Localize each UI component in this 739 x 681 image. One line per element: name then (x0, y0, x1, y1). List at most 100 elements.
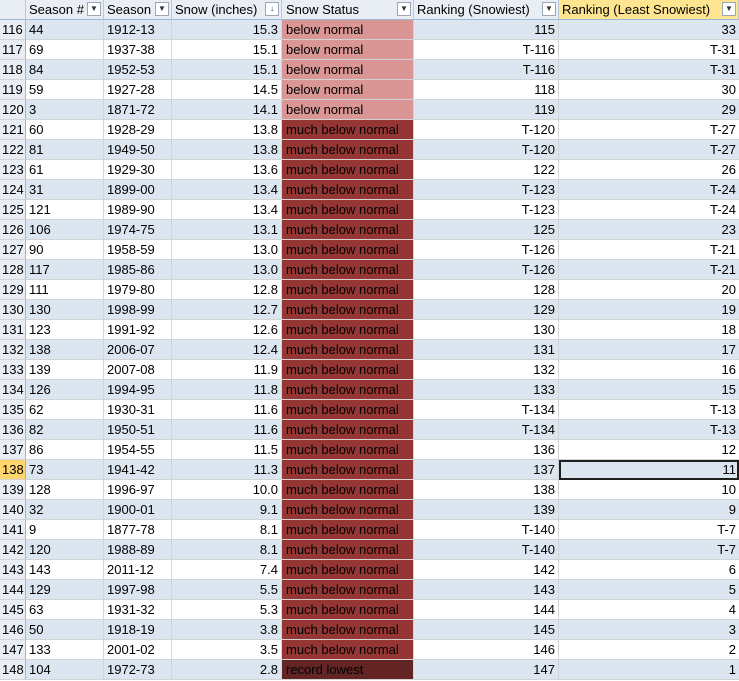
cell-rank-snowiest[interactable]: T-116 (414, 60, 559, 80)
cell-snow[interactable]: 11.9 (172, 360, 282, 380)
table-row[interactable]: 143 143 2011-12 7.4 much below normal 142 6 (0, 560, 739, 580)
cell-season-num[interactable]: 104 (26, 660, 104, 680)
cell-status[interactable]: record lowest (282, 660, 414, 680)
cell-snow[interactable]: 12.8 (172, 280, 282, 300)
cell-rank-least[interactable]: T-27 (559, 120, 739, 140)
cell-rank-least[interactable]: 15 (559, 380, 739, 400)
cell-status[interactable]: much below normal (282, 480, 414, 500)
cell-rank-least[interactable]: 1 (559, 660, 739, 680)
cell-snow[interactable]: 13.0 (172, 260, 282, 280)
table-row[interactable]: 141 9 1877-78 8.1 much below normal T-140 T-7 (0, 520, 739, 540)
cell-snow[interactable]: 15.1 (172, 60, 282, 80)
cell-rank-least[interactable]: 33 (559, 20, 739, 40)
row-number[interactable]: 127 (0, 240, 26, 260)
cell-status[interactable]: much below normal (282, 400, 414, 420)
cell-season[interactable]: 1871-72 (104, 100, 172, 120)
cell-season[interactable]: 1996-97 (104, 480, 172, 500)
cell-rank-least[interactable]: T-31 (559, 40, 739, 60)
cell-rank-snowiest[interactable]: 131 (414, 340, 559, 360)
cell-status[interactable]: much below normal (282, 140, 414, 160)
cell-rank-least[interactable]: 11 (559, 460, 739, 480)
cell-rank-snowiest[interactable]: 139 (414, 500, 559, 520)
cell-season[interactable]: 1927-28 (104, 80, 172, 100)
cell-season-num[interactable]: 138 (26, 340, 104, 360)
cell-season-num[interactable]: 90 (26, 240, 104, 260)
row-number[interactable]: 148 (0, 660, 26, 680)
cell-season-num[interactable]: 3 (26, 100, 104, 120)
table-row[interactable]: 120 3 1871-72 14.1 below normal 119 29 (0, 100, 739, 120)
cell-snow[interactable]: 15.3 (172, 20, 282, 40)
table-row[interactable]: 142 120 1988-89 8.1 much below normal T-140 T-… (0, 540, 739, 560)
cell-snow[interactable]: 11.6 (172, 420, 282, 440)
cell-season-num[interactable]: 133 (26, 640, 104, 660)
cell-rank-least[interactable]: T-27 (559, 140, 739, 160)
cell-season[interactable]: 1941-42 (104, 460, 172, 480)
cell-season[interactable]: 1979-80 (104, 280, 172, 300)
row-number[interactable]: 117 (0, 40, 26, 60)
cell-snow[interactable]: 13.8 (172, 140, 282, 160)
cell-season-num[interactable]: 117 (26, 260, 104, 280)
column-header-rank-snowiest[interactable]: Ranking (Snowiest) ▼ (414, 0, 559, 20)
cell-status[interactable]: much below normal (282, 620, 414, 640)
table-row[interactable]: 146 50 1918-19 3.8 much below normal 145 3 (0, 620, 739, 640)
table-row[interactable]: 127 90 1958-59 13.0 much below normal T-126 T-… (0, 240, 739, 260)
cell-rank-least[interactable]: 19 (559, 300, 739, 320)
cell-season-num[interactable]: 44 (26, 20, 104, 40)
cell-rank-least[interactable]: 30 (559, 80, 739, 100)
row-number[interactable]: 123 (0, 160, 26, 180)
cell-season-num[interactable]: 84 (26, 60, 104, 80)
cell-snow[interactable]: 14.1 (172, 100, 282, 120)
column-header-rank-least[interactable]: Ranking (Least Snowiest) ▼ (559, 0, 739, 20)
cell-status[interactable]: below normal (282, 100, 414, 120)
cell-season-num[interactable]: 111 (26, 280, 104, 300)
cell-rank-least[interactable]: 10 (559, 480, 739, 500)
cell-season-num[interactable]: 9 (26, 520, 104, 540)
cell-status[interactable]: much below normal (282, 320, 414, 340)
table-row[interactable]: 131 123 1991-92 12.6 much below normal 130 18 (0, 320, 739, 340)
cell-snow[interactable]: 12.6 (172, 320, 282, 340)
cell-season-num[interactable]: 60 (26, 120, 104, 140)
row-number[interactable]: 122 (0, 140, 26, 160)
cell-snow[interactable]: 3.5 (172, 640, 282, 660)
column-header-snow[interactable]: Snow (inches) ↓ (172, 0, 282, 20)
cell-rank-snowiest[interactable]: 129 (414, 300, 559, 320)
cell-status[interactable]: much below normal (282, 220, 414, 240)
cell-rank-least[interactable]: T-21 (559, 240, 739, 260)
cell-snow[interactable]: 13.0 (172, 240, 282, 260)
table-row[interactable]: 124 31 1899-00 13.4 much below normal T-123 T-… (0, 180, 739, 200)
table-row[interactable]: 122 81 1949-50 13.8 much below normal T-120 T-… (0, 140, 739, 160)
table-row[interactable]: 132 138 2006-07 12.4 much below normal 131 17 (0, 340, 739, 360)
cell-season-num[interactable]: 31 (26, 180, 104, 200)
row-number[interactable]: 118 (0, 60, 26, 80)
row-number[interactable]: 128 (0, 260, 26, 280)
cell-rank-snowiest[interactable]: T-126 (414, 240, 559, 260)
cell-season[interactable]: 1989-90 (104, 200, 172, 220)
row-number[interactable]: 116 (0, 20, 26, 40)
cell-season[interactable]: 1877-78 (104, 520, 172, 540)
cell-season-num[interactable]: 139 (26, 360, 104, 380)
filter-dropdown-icon[interactable]: ▼ (542, 2, 556, 16)
cell-status[interactable]: below normal (282, 60, 414, 80)
cell-season-num[interactable]: 62 (26, 400, 104, 420)
cell-season-num[interactable]: 121 (26, 200, 104, 220)
cell-rank-snowiest[interactable]: 144 (414, 600, 559, 620)
table-row[interactable]: 126 106 1974-75 13.1 much below normal 125 23 (0, 220, 739, 240)
cell-snow[interactable]: 12.4 (172, 340, 282, 360)
table-row[interactable]: 128 117 1985-86 13.0 much below normal T-126 T… (0, 260, 739, 280)
cell-season-num[interactable]: 130 (26, 300, 104, 320)
cell-season[interactable]: 1929-30 (104, 160, 172, 180)
table-row[interactable]: 117 69 1937-38 15.1 below normal T-116 T-31 (0, 40, 739, 60)
cell-rank-least[interactable]: T-31 (559, 60, 739, 80)
table-row[interactable]: 140 32 1900-01 9.1 much below normal 139 9 (0, 500, 739, 520)
cell-status[interactable]: much below normal (282, 460, 414, 480)
cell-status[interactable]: below normal (282, 20, 414, 40)
row-number[interactable]: 129 (0, 280, 26, 300)
cell-rank-snowiest[interactable]: T-123 (414, 200, 559, 220)
cell-status[interactable]: much below normal (282, 160, 414, 180)
cell-rank-snowiest[interactable]: T-140 (414, 520, 559, 540)
table-row[interactable]: 125 121 1989-90 13.4 much below normal T-123 T… (0, 200, 739, 220)
cell-rank-least[interactable]: 23 (559, 220, 739, 240)
row-number[interactable]: 130 (0, 300, 26, 320)
cell-season[interactable]: 1899-00 (104, 180, 172, 200)
cell-season-num[interactable]: 59 (26, 80, 104, 100)
